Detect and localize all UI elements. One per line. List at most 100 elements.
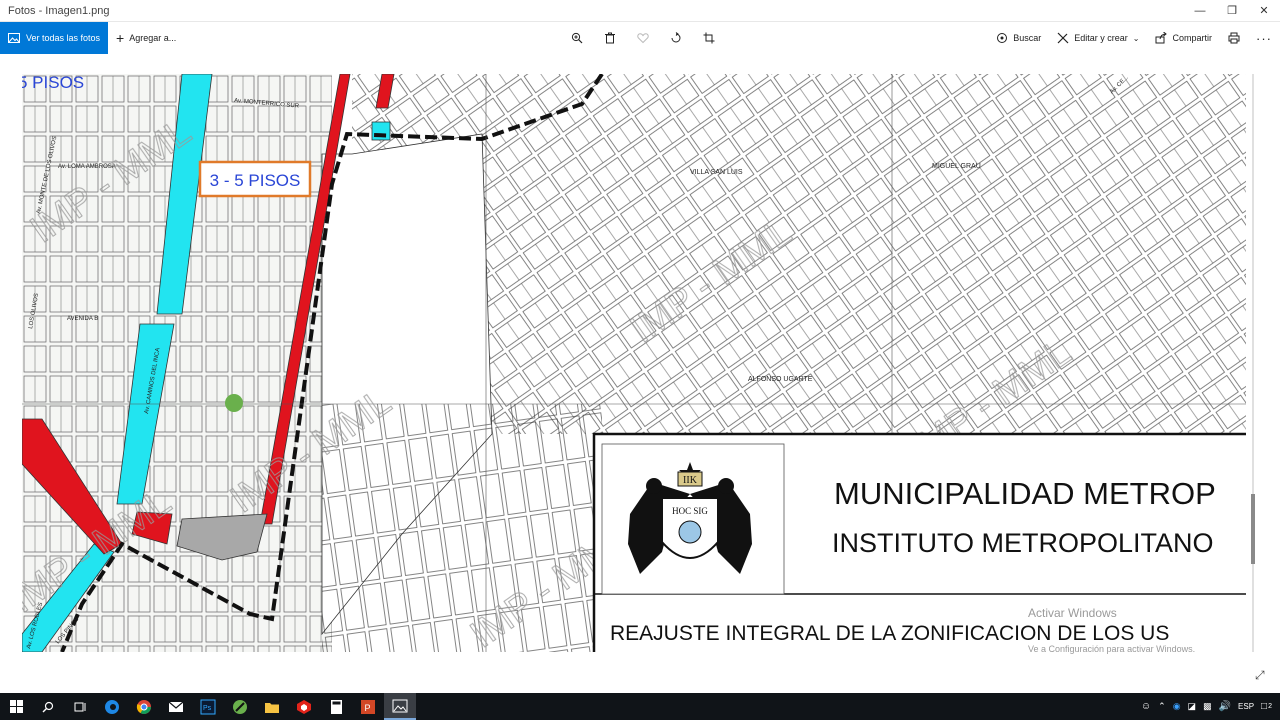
- vertical-scrollbar[interactable]: [1249, 74, 1257, 652]
- task-view-button[interactable]: [64, 693, 96, 720]
- search-button[interactable]: Buscar: [988, 22, 1049, 54]
- plus-icon: +: [116, 30, 125, 46]
- street-alfonso-ugarte: ALFONSO UGARTE: [748, 376, 813, 383]
- battery-icon[interactable]: ▩: [1203, 701, 1212, 712]
- photoshop-icon: Ps: [200, 699, 216, 714]
- crop-icon: [703, 32, 714, 44]
- rotate-icon: [671, 32, 680, 43]
- system-tray: ☺ ⌃ ◉ ◪ ▩ 🔊 ESP □ 2: [1141, 693, 1280, 720]
- taskbar-search-button[interactable]: [32, 693, 64, 720]
- search-icon: [997, 33, 1008, 43]
- windows-taskbar: Ps P ☺ ⌃ ◉ ◪ ▩ 🔊 ESP □ 2: [0, 693, 1280, 720]
- edit-create-label: Editar y crear: [1074, 33, 1128, 43]
- taskbar-app-explorer[interactable]: [256, 693, 288, 720]
- photos-toolbar: Ver todas las fotos + Agregar a... Busca…: [0, 22, 1280, 54]
- svg-text:Ps: Ps: [203, 705, 212, 712]
- search-label: Buscar: [1013, 33, 1042, 43]
- fullscreen-button[interactable]: ⤢: [1255, 668, 1265, 683]
- search-icon: [42, 701, 54, 712]
- print-button[interactable]: [1220, 22, 1248, 54]
- window-title: Fotos - Imagen1.png: [8, 4, 110, 17]
- window-titlebar: Fotos - Imagen1.png — ❐ ✕: [0, 0, 1280, 22]
- bluetooth-icon[interactable]: ◉: [1173, 701, 1181, 712]
- add-to-button[interactable]: + Agregar a...: [108, 22, 184, 54]
- people-icon[interactable]: ☺: [1141, 701, 1151, 712]
- folder-icon: [265, 702, 279, 713]
- image-viewer: 5 PISOS 3 - 5 PISOS Av. MONTERRICO SUR A…: [0, 54, 1280, 693]
- more-options-button[interactable]: ···: [1248, 22, 1280, 54]
- view-all-photos-label: Ver todas las fotos: [26, 33, 101, 43]
- heart-icon: [636, 33, 649, 44]
- printer-icon: [1228, 32, 1240, 44]
- green-marker: [225, 394, 243, 412]
- calculator-icon: [330, 699, 342, 714]
- rotate-button[interactable]: [659, 22, 692, 54]
- street-villa-san-luis: VILLA SAN LUIS: [690, 169, 743, 176]
- floors-label-top: 5 PISOS: [22, 74, 84, 92]
- chevron-down-icon: ⌄: [1132, 33, 1140, 43]
- start-button[interactable]: [0, 693, 32, 720]
- zoning-map-image[interactable]: 5 PISOS 3 - 5 PISOS Av. MONTERRICO SUR A…: [22, 74, 1246, 652]
- share-button[interactable]: Compartir: [1147, 22, 1220, 54]
- trash-icon: [604, 32, 615, 44]
- edit-icon: [1057, 32, 1069, 44]
- scroll-thumb[interactable]: [1251, 494, 1255, 564]
- notification-icon: □: [1261, 701, 1268, 712]
- district-lower-blocks: [322, 404, 602, 652]
- minimize-button[interactable]: —: [1184, 0, 1216, 22]
- add-to-label: Agregar a...: [129, 33, 177, 43]
- scroll-track[interactable]: [1252, 74, 1254, 652]
- windows-logo-icon: [9, 700, 23, 713]
- chevron-up-icon[interactable]: ⌃: [1158, 701, 1166, 712]
- language-indicator[interactable]: ESP: [1238, 702, 1254, 711]
- windows-activation-notice: Activar Windows Ve a Configuración para …: [1028, 606, 1195, 654]
- sketchup-icon: [297, 699, 311, 714]
- taskbar-app-chrome[interactable]: [128, 693, 160, 720]
- edit-create-button[interactable]: Editar y crear ⌄: [1049, 22, 1147, 54]
- maximize-button[interactable]: ❐: [1216, 0, 1248, 22]
- title-line-1: MUNICIPALIDAD METROP: [834, 476, 1216, 511]
- favorite-button[interactable]: [626, 22, 659, 54]
- seal-center: [678, 520, 702, 544]
- network-icon[interactable]: ◪: [1188, 701, 1197, 712]
- powerpoint-icon: P: [361, 699, 375, 714]
- photos-icon: [392, 699, 408, 712]
- taskbar-app-calculator[interactable]: [320, 693, 352, 720]
- eagle-head-left: [646, 478, 662, 494]
- delete-button[interactable]: [593, 22, 626, 54]
- title-line-2: INSTITUTO METROPOLITANO: [832, 528, 1214, 558]
- street-miguel-grau: MIGUEL GRAU: [932, 163, 981, 170]
- floors-label-box-text: 3 - 5 PISOS: [210, 171, 301, 190]
- activation-title: Activar Windows: [1028, 606, 1117, 620]
- taskbar-app-photoshop[interactable]: Ps: [192, 693, 224, 720]
- svg-text:P: P: [365, 703, 371, 713]
- mail-icon: [168, 701, 184, 712]
- notification-count: 2: [1268, 703, 1272, 710]
- corel-icon: [233, 699, 247, 714]
- crop-button[interactable]: [692, 22, 725, 54]
- close-button[interactable]: ✕: [1248, 0, 1280, 22]
- taskbar-app-edge[interactable]: [96, 693, 128, 720]
- cyan-zone-small: [371, 121, 391, 141]
- seal-text-top: HOC SIG: [672, 506, 708, 516]
- zoom-button[interactable]: [560, 22, 593, 54]
- taskbar-app-photos[interactable]: [384, 693, 416, 720]
- edge-icon: [105, 699, 119, 714]
- taskbar-app-powerpoint[interactable]: P: [352, 693, 384, 720]
- notification-center-button[interactable]: □ 2: [1261, 701, 1272, 712]
- volume-icon[interactable]: 🔊: [1219, 701, 1231, 712]
- eagle-head-right: [718, 478, 734, 494]
- zoom-icon: [571, 32, 582, 44]
- map-drawing: 5 PISOS 3 - 5 PISOS Av. MONTERRICO SUR A…: [22, 74, 1246, 652]
- taskbar-app-mail[interactable]: [160, 693, 192, 720]
- share-icon: [1155, 32, 1168, 44]
- taskbar-app-sketchup[interactable]: [288, 693, 320, 720]
- photo-icon: [8, 33, 20, 43]
- taskbar-app-corel[interactable]: [224, 693, 256, 720]
- expand-icon: ⤢: [1255, 668, 1265, 682]
- chrome-icon: [136, 699, 151, 714]
- view-all-photos-button[interactable]: Ver todas las fotos: [0, 22, 109, 54]
- share-label: Compartir: [1172, 33, 1212, 43]
- task-view-icon: [74, 702, 85, 711]
- street-avenida-b: AVENIDA B: [67, 316, 98, 322]
